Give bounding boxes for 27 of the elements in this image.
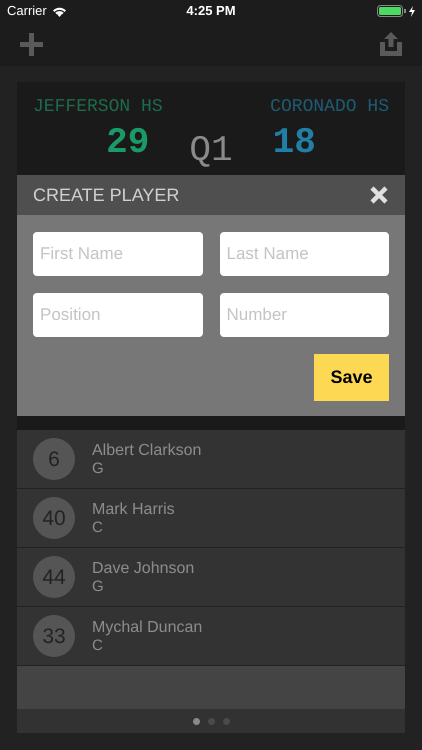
player-position: G [92, 578, 105, 596]
save-button[interactable]: Save [314, 354, 389, 401]
player-name: Mychal Duncan [92, 618, 202, 637]
home-score: 29 [106, 123, 150, 163]
player-name: Dave Johnson [92, 558, 194, 578]
battery-icon [376, 5, 407, 17]
input-field[interactable]: First Name [33, 232, 202, 276]
share-icon[interactable] [380, 32, 402, 56]
period-indicator: Q1 [189, 131, 233, 171]
close-icon[interactable] [369, 185, 389, 205]
player-position: G [92, 460, 105, 478]
away-score: 18 [272, 123, 316, 163]
player-name: Mark Harris [92, 500, 175, 519]
player-position: C [92, 636, 104, 655]
player-position: C [92, 518, 104, 537]
dialog-title: CREATE PLAYER [33, 184, 180, 206]
away-team-name: CORONADO HS [270, 96, 389, 119]
input-field[interactable]: Last Name [220, 232, 389, 276]
input-field[interactable]: Number [220, 293, 389, 337]
add-icon[interactable] [20, 32, 43, 56]
carrier-label: Carrier [7, 2, 47, 20]
player-name: Albert Clarkson [92, 440, 202, 460]
home-team-name: JEFFERSON HS [33, 96, 163, 119]
charging-icon [408, 6, 415, 16]
wifi-icon [52, 6, 67, 16]
input-field[interactable]: Position [33, 293, 202, 337]
clock-time: 4:25 PM [186, 2, 236, 20]
